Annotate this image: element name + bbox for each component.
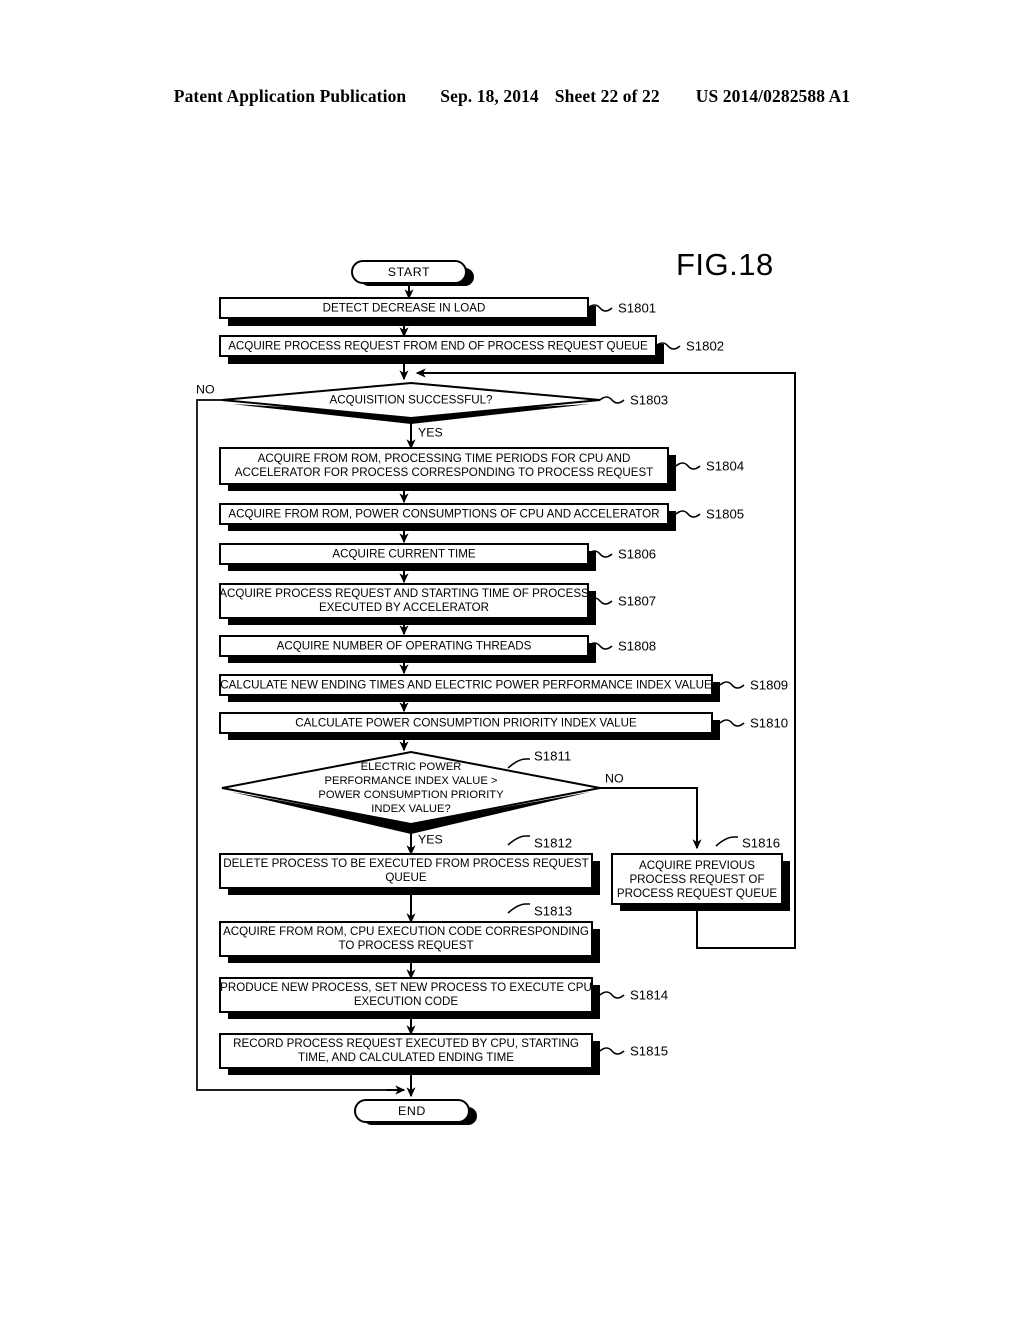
s1814-text-line-2: EXECUTION CODE — [354, 995, 459, 1008]
s1815-text-line-2: TIME, AND CALCULATED ENDING TIME — [298, 1051, 514, 1064]
s1808-text-line-1: ACQUIRE NUMBER OF OPERATING THREADS — [277, 640, 532, 653]
s1803-no-branch-label: NO — [196, 382, 215, 396]
s1811-yes-branch-label: YES — [418, 832, 443, 846]
s1812-text-line-1: DELETE PROCESS TO BE EXECUTED FROM PROCE… — [223, 857, 589, 870]
connector-s1811-no-to-s1816 — [600, 787, 702, 850]
s1805-leader — [675, 510, 701, 518]
s1804-text-line-1: ACQUIRE FROM ROM, PROCESSING TIME PERIOD… — [258, 452, 631, 465]
s1810-step-label: S1810 — [750, 715, 788, 730]
s1811-leader — [507, 758, 530, 769]
s1808-step-label: S1808 — [618, 638, 656, 653]
s1809-leader — [719, 681, 745, 689]
s1801-step-label: S1801 — [618, 300, 656, 315]
start-terminal-label: START — [388, 265, 430, 279]
s1816-text-line-1: ACQUIRE PREVIOUS — [639, 859, 755, 872]
s1807-step-label: S1807 — [618, 593, 656, 608]
s1816-step-label: S1816 — [742, 835, 780, 850]
s1814-step-label: S1814 — [630, 987, 668, 1002]
s1813-text-line-1: ACQUIRE FROM ROM, CPU EXECUTION CODE COR… — [223, 925, 589, 938]
s1810-leader — [719, 719, 745, 727]
s1812-text-line-2: QUEUE — [385, 871, 426, 884]
s1803-step-label: S1803 — [630, 392, 668, 407]
s1811-step-label: S1811 — [534, 748, 571, 763]
s1805-text-line-1: ACQUIRE FROM ROM, POWER CONSUMPTIONS OF … — [228, 508, 659, 521]
s1816-leader — [715, 836, 738, 847]
s1810-text-line-1: CALCULATE POWER CONSUMPTION PRIORITY IND… — [295, 717, 637, 730]
patent-figure-page: Patent Application Publication Sep. 18, 2… — [0, 0, 1024, 1320]
s1811-no-branch-label: NO — [605, 771, 624, 785]
s1803-leader — [599, 396, 625, 404]
s1812-leader — [507, 835, 530, 846]
s1802-step-label: S1802 — [686, 338, 724, 353]
s1811-text-line-4: INDEX VALUE? — [371, 803, 450, 815]
s1812-step-label: S1812 — [534, 835, 572, 850]
s1803-yes-branch-label: YES — [418, 425, 443, 439]
end-terminal-label: END — [398, 1104, 426, 1118]
s1809-text-line-1: CALCULATE NEW ENDING TIMES AND ELECTRIC … — [220, 679, 712, 692]
figure-title: FIG.18 — [676, 247, 774, 282]
s1803-text-line-1: ACQUISITION SUCCESSFUL? — [330, 394, 494, 407]
s1816-text-line-3: PROCESS REQUEST QUEUE — [617, 887, 777, 900]
s1811-text-line-1: ELECTRIC POWER — [361, 761, 462, 773]
s1804-step-label: S1804 — [706, 458, 744, 473]
s1811-text-line-2: PERFORMANCE INDEX VALUE > — [325, 775, 498, 787]
s1815-leader — [599, 1047, 625, 1055]
s1805-step-label: S1805 — [706, 506, 744, 521]
s1806-step-label: S1806 — [618, 546, 656, 561]
s1814-leader — [599, 991, 625, 999]
s1815-step-label: S1815 — [630, 1043, 668, 1058]
s1806-text-line-1: ACQUIRE CURRENT TIME — [332, 548, 475, 561]
s1801-text-line-1: DETECT DECREASE IN LOAD — [323, 302, 486, 315]
s1813-text-line-2: TO PROCESS REQUEST — [338, 939, 473, 952]
s1804-text-line-2: ACCELERATOR FOR PROCESS CORRESPONDING TO… — [235, 466, 654, 479]
flowchart-figure: FIG.18 START DETECT DECREASE IN LOAD S18… — [196, 247, 796, 1125]
s1813-leader — [507, 903, 530, 914]
s1809-step-label: S1809 — [750, 677, 788, 692]
s1807-text-line-1: ACQUIRE PROCESS REQUEST AND STARTING TIM… — [219, 587, 589, 600]
s1815-text-line-1: RECORD PROCESS REQUEST EXECUTED BY CPU, … — [233, 1037, 579, 1050]
s1804-leader — [675, 462, 701, 470]
s1802-text-line-1: ACQUIRE PROCESS REQUEST FROM END OF PROC… — [228, 340, 648, 353]
s1814-text-line-1: PRODUCE NEW PROCESS, SET NEW PROCESS TO … — [220, 981, 592, 994]
s1807-text-line-2: EXECUTED BY ACCELERATOR — [319, 601, 489, 614]
s1811-text-line-3: POWER CONSUMPTION PRIORITY — [318, 789, 504, 801]
s1813-step-label: S1813 — [534, 903, 572, 918]
s1816-text-line-2: PROCESS REQUEST OF — [629, 873, 764, 886]
